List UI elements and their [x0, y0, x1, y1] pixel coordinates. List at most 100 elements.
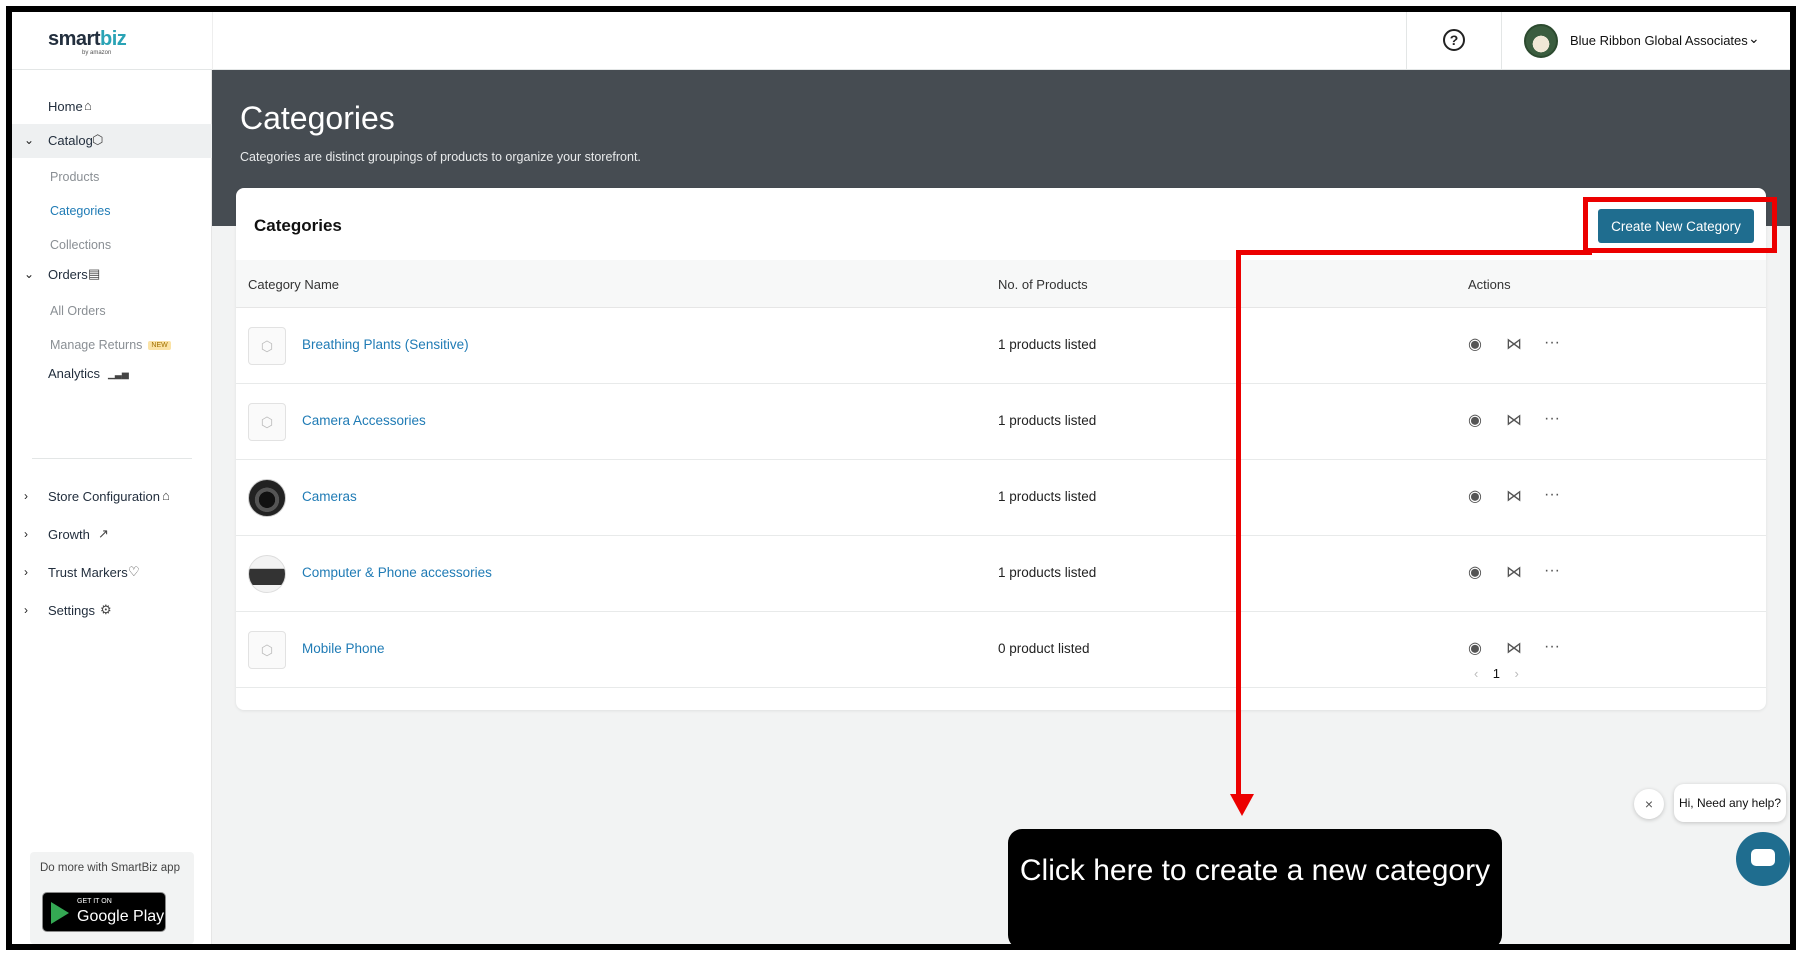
google-play-icon [51, 902, 69, 924]
sidebar-item-store-configuration[interactable]: › Store Configuration ⌂ [12, 480, 212, 514]
categories-card: Categories Create New Category Category … [236, 188, 1766, 710]
card-title: Categories [254, 216, 342, 235]
column-header-actions: Actions [1468, 277, 1511, 292]
company-name[interactable]: Blue Ribbon Global Associates [1570, 33, 1748, 48]
page-subtitle: Categories are distinct groupings of pro… [240, 150, 641, 164]
sidebar-subitem-label: Manage Returns [50, 338, 143, 352]
store-icon: ⌂ [162, 488, 170, 503]
sidebar-item-label: Trust Markers [48, 565, 128, 580]
category-name-link[interactable]: Computer & Phone accessories [302, 565, 492, 580]
category-thumbnail: ⬡ [248, 631, 286, 669]
view-icon[interactable]: ◉ [1468, 486, 1482, 506]
sidebar-item-settings[interactable]: › Settings ⚙ [12, 594, 212, 628]
more-options-icon[interactable]: ··· [1544, 334, 1560, 352]
bar-chart-icon: ▁▃▅ [108, 369, 129, 379]
help-icon: ? [1443, 29, 1465, 51]
category-thumbnail-camera [248, 479, 286, 517]
sidebar-item-home[interactable]: Home ⌂ [12, 90, 212, 124]
app-promo-text: Do more with SmartBiz app [40, 862, 180, 874]
home-icon: ⌂ [84, 98, 92, 113]
chevron-down-icon: ⌄ [24, 133, 35, 147]
view-icon[interactable]: ◉ [1468, 334, 1482, 354]
chevron-right-icon: › [24, 527, 28, 541]
sidebar-divider [32, 458, 192, 459]
page-title: Categories [240, 100, 395, 136]
sidebar-item-label: Settings [48, 603, 95, 618]
sidebar-item-label: Catalog [48, 133, 93, 148]
more-options-icon[interactable]: ··· [1544, 638, 1560, 656]
annotation-arrow-icon [1230, 794, 1254, 816]
help-button[interactable]: ? [1406, 12, 1502, 70]
table-row: ⬡ Mobile Phone 0 product listed ◉ ⋈ ··· [236, 612, 1766, 688]
category-thumbnail: ⬡ [248, 327, 286, 365]
sidebar-subitem-all-orders[interactable]: All Orders [50, 304, 106, 318]
chat-greeting[interactable]: Hi, Need any help? [1674, 784, 1786, 822]
column-header-category-name[interactable]: Category Name [248, 277, 339, 292]
more-options-icon[interactable]: ··· [1544, 562, 1560, 580]
column-header-products[interactable]: No. of Products [998, 277, 1088, 292]
highlight-box [1583, 197, 1777, 253]
view-icon[interactable]: ◉ [1468, 562, 1482, 582]
sidebar-subitem-manage-returns[interactable]: Manage Returns NEW [50, 338, 171, 352]
top-bar: smartbiz by amazon ? Blue Ribbon Global … [12, 12, 1790, 70]
box-icon: ⬡ [92, 132, 104, 147]
share-icon[interactable]: ⋈ [1506, 486, 1522, 506]
sidebar-item-growth[interactable]: › Growth ↗ [12, 518, 212, 552]
sidebar-item-label: Growth [48, 527, 90, 542]
current-page[interactable]: 1 [1493, 666, 1500, 681]
trend-up-icon: ↗ [98, 526, 109, 541]
annotation-callout: Click here to create a new category [1008, 829, 1502, 944]
table-row: Computer & Phone accessories 1 products … [236, 536, 1766, 612]
more-options-icon[interactable]: ··· [1544, 486, 1560, 504]
share-icon[interactable]: ⋈ [1506, 562, 1522, 582]
logo-text-accent: biz [99, 28, 127, 50]
sidebar-item-trust-markers[interactable]: › Trust Markers ♡ [12, 556, 212, 590]
category-product-count: 1 products listed [998, 337, 1097, 352]
new-badge: NEW [148, 341, 171, 351]
view-icon[interactable]: ◉ [1468, 638, 1482, 658]
table-row: Cameras 1 products listed ◉ ⋈ ··· [236, 460, 1766, 536]
category-name-link[interactable]: Breathing Plants (Sensitive) [302, 337, 469, 352]
logo-subtext: by amazon [82, 50, 112, 56]
sidebar-item-label: Analytics [48, 366, 101, 381]
category-thumbnail: ⬡ [248, 403, 286, 441]
clipboard-icon: ▤ [88, 266, 101, 281]
sidebar-item-orders[interactable]: ⌄ Orders ▤ [12, 258, 212, 292]
sidebar-subitem-categories[interactable]: Categories [50, 204, 110, 218]
smartbiz-logo[interactable]: smartbiz by amazon [48, 28, 127, 56]
next-page-icon[interactable]: › [1514, 666, 1518, 681]
category-name-link[interactable]: Cameras [302, 489, 357, 504]
category-name-link[interactable]: Camera Accessories [302, 413, 426, 428]
more-options-icon[interactable]: ··· [1544, 410, 1560, 428]
share-icon[interactable]: ⋈ [1506, 638, 1522, 658]
chevron-right-icon: › [24, 565, 28, 579]
table-header: Category Name No. of Products Actions [236, 260, 1766, 308]
share-icon[interactable]: ⋈ [1506, 334, 1522, 354]
share-icon[interactable]: ⋈ [1506, 410, 1522, 430]
annotation-line-vertical [1236, 250, 1241, 798]
chevron-down-icon[interactable]: ⌄ [1748, 30, 1760, 47]
view-icon[interactable]: ◉ [1468, 410, 1482, 430]
chevron-right-icon: › [24, 489, 28, 503]
chat-button[interactable] [1736, 832, 1790, 886]
sidebar-item-catalog[interactable]: ⌄ Catalog ⬡ [12, 124, 212, 158]
category-name-link[interactable]: Mobile Phone [302, 641, 385, 656]
sidebar-item-label: Home [48, 99, 83, 114]
sidebar-item-analytics[interactable]: Analytics ▁▃▅ [12, 357, 212, 391]
table-row: ⬡ Camera Accessories 1 products listed ◉… [236, 384, 1766, 460]
sidebar: Home ⌂ ⌄ Catalog ⬡ Products Categories C… [12, 70, 212, 944]
sidebar-subitem-collections[interactable]: Collections [50, 238, 111, 252]
category-product-count: 1 products listed [998, 413, 1097, 428]
chat-icon [1751, 849, 1775, 866]
avatar[interactable] [1524, 24, 1558, 58]
prev-page-icon[interactable]: ‹ [1474, 666, 1478, 681]
table-row: ⬡ Breathing Plants (Sensitive) 1 product… [236, 308, 1766, 384]
close-icon[interactable]: × [1634, 789, 1664, 819]
screenshot-frame: smartbiz by amazon ? Blue Ribbon Global … [6, 6, 1796, 950]
gear-icon: ⚙ [100, 602, 112, 617]
app-promo: Do more with SmartBiz app GET IT ON Goog… [30, 852, 194, 944]
chevron-right-icon: › [24, 603, 28, 617]
google-play-button[interactable]: GET IT ON Google Play [42, 892, 166, 932]
category-thumbnail-headset [248, 555, 286, 593]
sidebar-subitem-products[interactable]: Products [50, 170, 99, 184]
